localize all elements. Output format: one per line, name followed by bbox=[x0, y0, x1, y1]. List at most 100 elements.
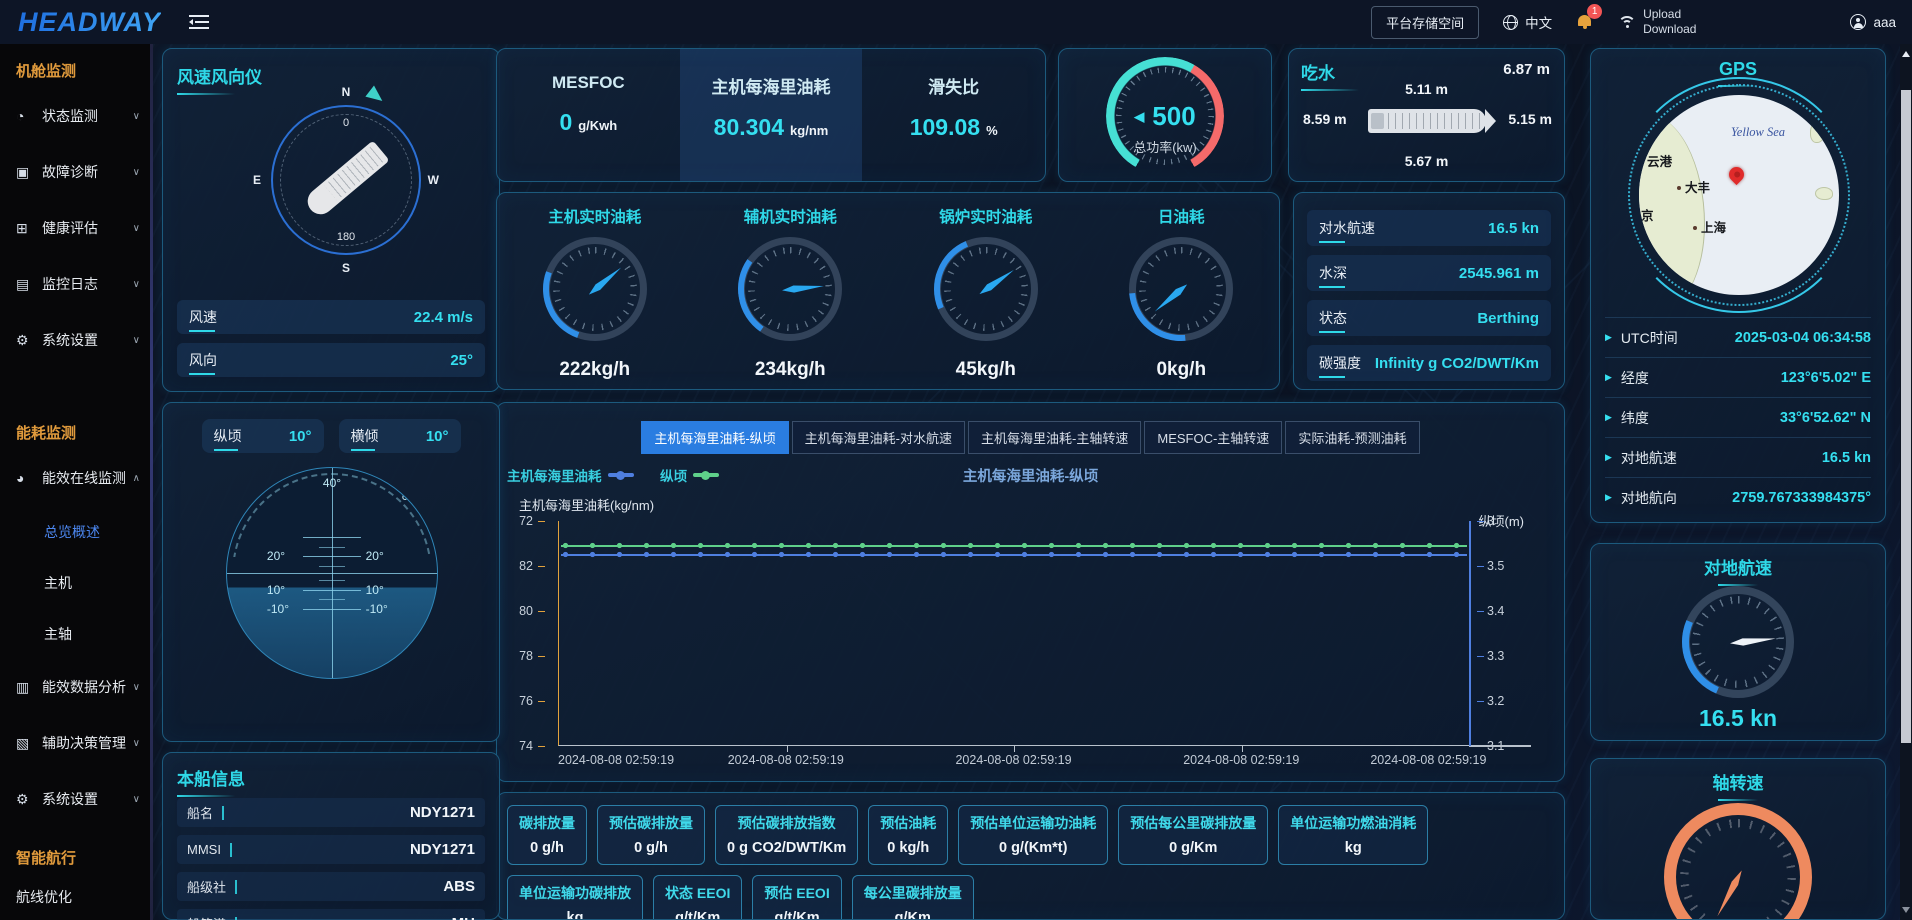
stat-value: 0 g/(Km*t) bbox=[970, 840, 1096, 856]
dial-label: -40° bbox=[227, 468, 249, 482]
nav-info-row: 状态 Berthing bbox=[1307, 300, 1551, 336]
upload-download-status[interactable]: Upload Download bbox=[1618, 7, 1696, 37]
user-menu[interactable]: aaa bbox=[1850, 14, 1896, 30]
sidebar-item[interactable]: ▣ 故障诊断 ∨ bbox=[0, 144, 150, 200]
fuel-summary-cell: 主机每海里油耗 80.304 kg/nm bbox=[680, 49, 863, 181]
boiler-fuel-gauge: 锅炉实时油耗 45kg/h bbox=[888, 193, 1084, 389]
sidebar-item[interactable]: ▧ 辅助决策管理 ∨ bbox=[0, 715, 150, 771]
stat-value: 0 g/h bbox=[609, 840, 693, 856]
chart-tab[interactable]: 主机每海里油耗-主轴转速 bbox=[968, 421, 1141, 454]
cell-unit: kg/nm bbox=[790, 123, 828, 138]
scrollbar-track[interactable] bbox=[1900, 44, 1912, 920]
language-switcher[interactable]: 中文 bbox=[1503, 12, 1552, 32]
ship-info-row: 船级社 ABS bbox=[177, 872, 485, 901]
scrollbar-down-arrow[interactable] bbox=[1902, 907, 1910, 913]
row-value: MH bbox=[452, 915, 475, 920]
row-value: 2025-03-04 06:34:58 bbox=[1735, 330, 1871, 346]
stat-box: 预估碳排放量 0 g/h bbox=[597, 805, 705, 865]
sidebar-item-label: 监控日志 bbox=[42, 274, 129, 294]
legend-marker-icon bbox=[608, 473, 634, 477]
map-pin-icon bbox=[1726, 164, 1747, 185]
platform-storage-button[interactable]: 平台存储空间 bbox=[1371, 6, 1479, 39]
sidebar-item[interactable]: 主轴 bbox=[0, 608, 150, 659]
sidebar-item[interactable]: ⊞ 健康评估 ∨ bbox=[0, 200, 150, 256]
chart-tab[interactable]: 主机每海里油耗-对水航速 bbox=[792, 421, 965, 454]
draft-value-bottom: 5.67 m bbox=[1405, 153, 1449, 169]
chart-tab[interactable]: 主机每海里油耗-纵顷 bbox=[641, 421, 788, 454]
stat-value: 0 g/Km bbox=[1130, 840, 1256, 856]
x-axis-label: 2024-08-08 02:59:19 bbox=[1183, 753, 1299, 767]
cell-unit: % bbox=[986, 123, 998, 138]
sidebar-item-label: 智能航行 bbox=[16, 847, 140, 868]
sidebar-item[interactable]: 总览概述 bbox=[0, 506, 150, 557]
wind-compass: N S E W 0 180 bbox=[271, 105, 421, 255]
sidebar-item-icon: ⚙ bbox=[16, 791, 33, 808]
row-label: 水深 bbox=[1319, 263, 1347, 283]
map-city-label: 京 bbox=[1641, 205, 1654, 224]
axis-tick-label: 76 bbox=[519, 694, 533, 708]
emissions-stats-panel: 碳排放量 0 g/h 预估碳排放量 0 g/h 预估碳排放指数 0 g CO2/… bbox=[496, 792, 1565, 920]
sidebar-item[interactable]: 机舱监测 bbox=[0, 52, 150, 88]
chart-tab[interactable]: 实际油耗-预测油耗 bbox=[1285, 421, 1419, 454]
sidebar-item[interactable]: ⚙ 系统设置 ∨ bbox=[0, 771, 150, 827]
dial-label: 10° bbox=[267, 583, 285, 597]
cell-value: 109.08 bbox=[910, 114, 980, 141]
scrollbar-up-arrow[interactable] bbox=[1902, 51, 1910, 57]
sidebar-item[interactable]: 航线优化 bbox=[0, 875, 150, 919]
separator bbox=[235, 880, 237, 894]
username: aaa bbox=[1873, 15, 1896, 30]
sidebar-item-label: 系统设置 bbox=[42, 330, 129, 350]
chip-label: 纵顷 bbox=[214, 426, 242, 446]
stat-box: 预估单位运输功油耗 0 g/(Km*t) bbox=[958, 805, 1108, 865]
map-land bbox=[1639, 113, 1705, 295]
gauge-dial bbox=[543, 237, 647, 341]
gps-info-row: ▶ 纬度 33°6'52.62" N bbox=[1605, 397, 1871, 437]
cell-title: 主机每海里油耗 bbox=[712, 73, 831, 98]
cell-value: 0 bbox=[559, 109, 572, 136]
dial-label: 40° bbox=[323, 476, 341, 490]
row-label: 对地航速 bbox=[1621, 448, 1677, 468]
cell-value: 80.304 bbox=[714, 114, 784, 141]
wifi-icon bbox=[1618, 16, 1636, 29]
x-axis-tick bbox=[1014, 746, 1015, 752]
stat-title: 预估 EEOI bbox=[764, 883, 829, 903]
sidebar-item-icon: ⊞ bbox=[16, 220, 33, 237]
gauge-dial bbox=[934, 237, 1038, 341]
legend-item[interactable]: 纵顷 bbox=[660, 465, 719, 485]
scrollbar-thumb[interactable] bbox=[1901, 90, 1911, 743]
sidebar-collapse-icon[interactable] bbox=[189, 15, 209, 29]
notifications-button[interactable]: 1 bbox=[1576, 13, 1594, 31]
stat-value: kg bbox=[519, 910, 631, 920]
triangle-icon: ▶ bbox=[1605, 332, 1612, 343]
row-value: 123°6'5.02" E bbox=[1781, 370, 1871, 386]
sidebar-item[interactable]: ▤ 监控日志 ∨ bbox=[0, 256, 150, 312]
upload-label: Upload bbox=[1643, 7, 1696, 22]
stat-title: 预估每公里碳排放量 bbox=[1130, 813, 1256, 833]
chart-legend: 主机每海里油耗 纵顷 bbox=[507, 465, 1564, 485]
panel-title: 轴转速 bbox=[1591, 769, 1885, 794]
panel-title: 本船信息 bbox=[177, 765, 245, 790]
triangle-icon: ▶ bbox=[1605, 412, 1612, 423]
stat-box: 预估每公里碳排放量 0 g/Km bbox=[1118, 805, 1268, 865]
wind-direction-arrow-icon bbox=[365, 86, 386, 107]
gauge-value: 0kg/h bbox=[1084, 359, 1280, 381]
wind-value-row: 风速 22.4 m/s bbox=[177, 300, 485, 334]
plot-area bbox=[558, 521, 1469, 746]
sidebar-item[interactable]: ◔ 状态监测 ∨ bbox=[0, 88, 150, 144]
stat-value: kg bbox=[1290, 840, 1416, 856]
row-label: UTC时间 bbox=[1621, 328, 1678, 348]
sidebar-item[interactable]: ▥ 能效数据分析 ∨ bbox=[0, 659, 150, 715]
row-label: 船级社 bbox=[187, 877, 226, 896]
sidebar-item[interactable]: ⚙ 系统设置 ∨ bbox=[0, 312, 150, 368]
sidebar-item[interactable]: ◕ 能效在线监测 ∧ bbox=[0, 450, 150, 506]
row-value: Berthing bbox=[1477, 310, 1539, 327]
sidebar-item[interactable]: 能耗监测 bbox=[0, 414, 150, 450]
sidebar-item[interactable]: 智能航行 bbox=[0, 839, 150, 875]
sidebar-item[interactable]: 主机 bbox=[0, 557, 150, 608]
row-label: 经度 bbox=[1621, 368, 1649, 388]
chart-tab[interactable]: MESFOC-主轴转速 bbox=[1144, 421, 1282, 454]
sidebar-item-icon: ▣ bbox=[16, 164, 33, 181]
legend-item[interactable]: 主机每海里油耗 bbox=[507, 465, 634, 485]
sidebar-item-label: 航线优化 bbox=[16, 887, 140, 907]
gps-info-list: ▶ UTC时间 2025-03-04 06:34:58 ▶ 经度 123°6'5… bbox=[1605, 317, 1871, 517]
